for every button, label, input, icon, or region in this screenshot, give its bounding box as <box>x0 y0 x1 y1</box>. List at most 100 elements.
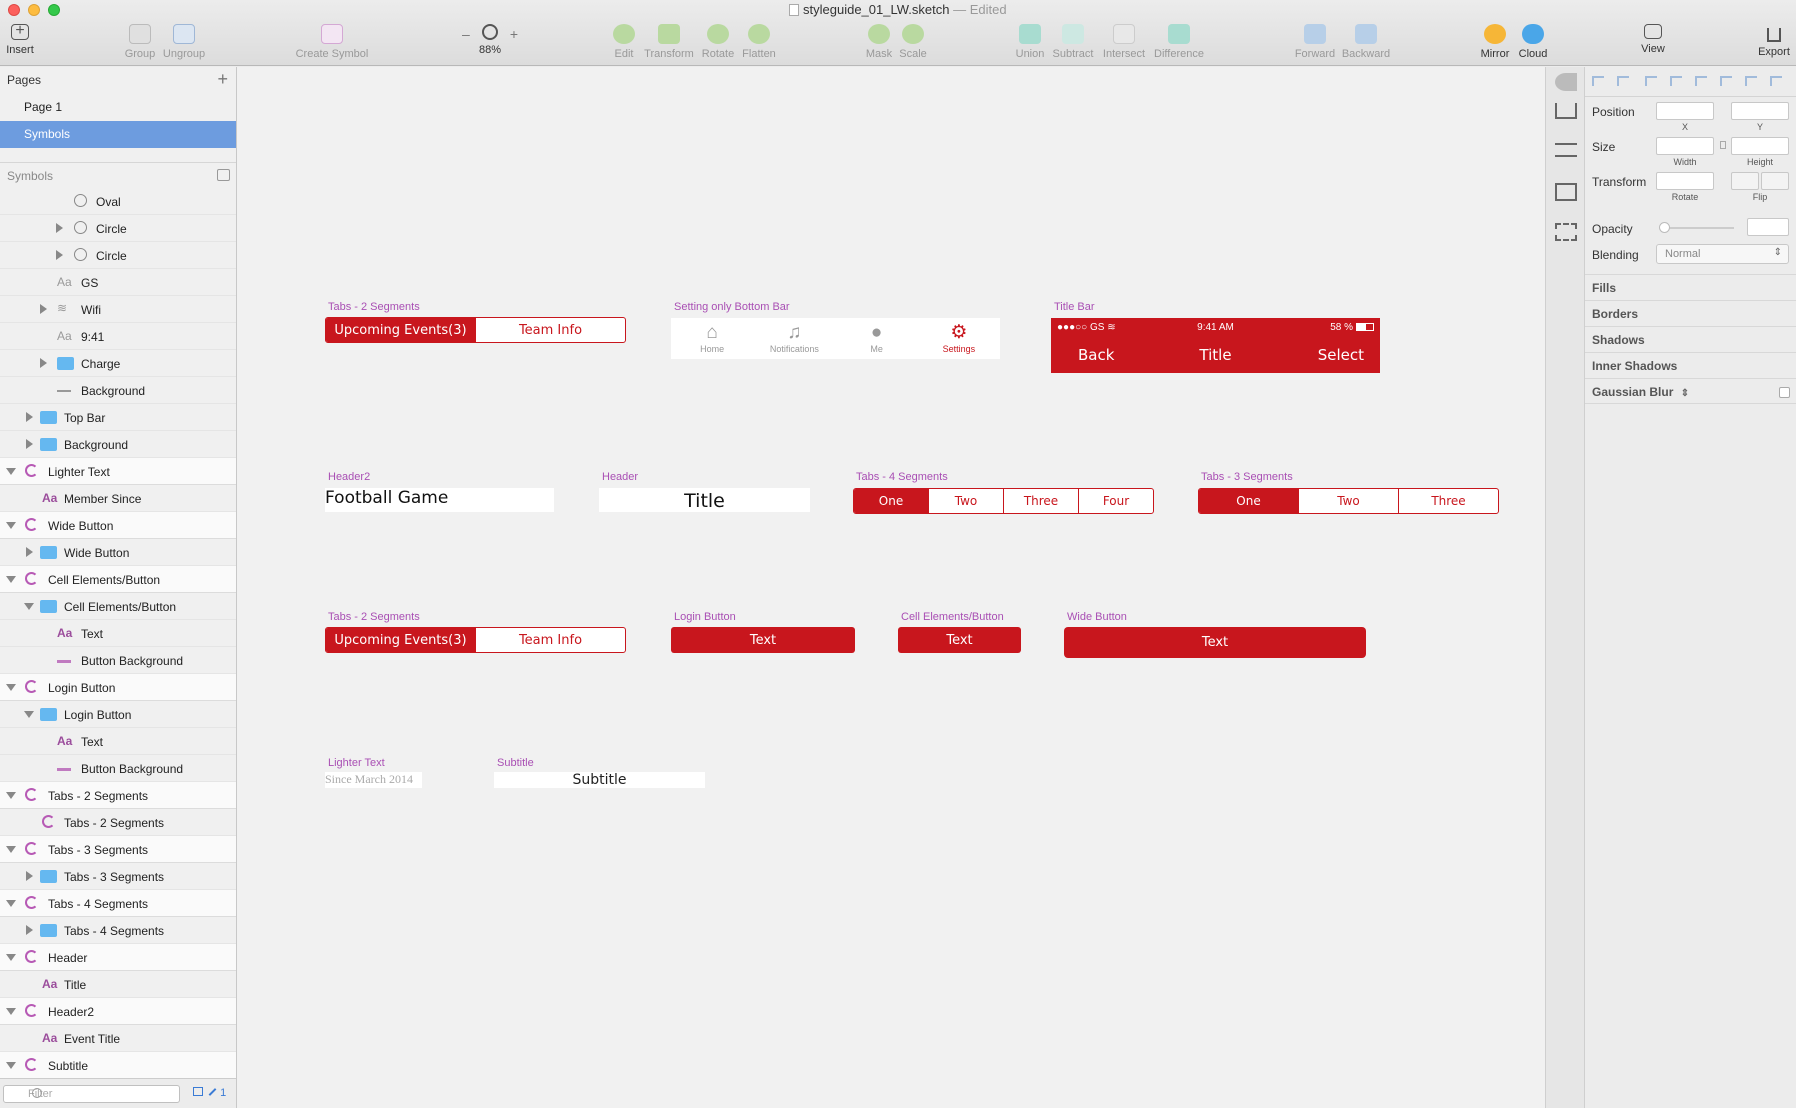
edit-button[interactable]: Edit <box>610 22 638 62</box>
opacity-slider-knob[interactable] <box>1659 222 1670 233</box>
tabs-4-segments-symbol[interactable]: One Two Three Four <box>853 488 1154 514</box>
view-button[interactable]: View <box>1636 22 1670 62</box>
flatten-button[interactable]: Flatten <box>740 22 778 62</box>
layer-row[interactable]: Aa GS <box>0 269 236 296</box>
layer-row[interactable]: Oval <box>0 188 236 215</box>
chevron-updown-icon[interactable]: ⇕ <box>1681 388 1689 399</box>
header2-symbol[interactable]: Football Game <box>325 488 554 512</box>
canvas[interactable]: Tabs - 2 Segments Upcoming Events(3) Tea… <box>237 67 1545 1108</box>
disclosure-down-icon[interactable] <box>6 846 16 853</box>
disclosure-right-icon[interactable] <box>40 304 47 314</box>
layer-row[interactable]: Top Bar <box>0 404 236 431</box>
align-center-icon[interactable] <box>1670 76 1682 86</box>
insert-button[interactable]: + Insert <box>4 22 36 62</box>
layer-row[interactable]: Background <box>0 431 236 458</box>
blending-select[interactable]: Normal ⇕ <box>1656 244 1789 264</box>
collapse-layers-icon[interactable] <box>217 169 230 181</box>
disclosure-right-icon[interactable] <box>26 547 33 557</box>
zoom-out-button[interactable]: – <box>462 26 470 42</box>
layer-row[interactable]: Button Background <box>0 755 236 782</box>
disclosure-down-icon[interactable] <box>24 603 34 610</box>
bottom-bar-item-me[interactable]: ● Me <box>836 318 918 359</box>
artboard-filter-icon[interactable] <box>193 1087 203 1096</box>
page-item-page-1[interactable]: Page 1 <box>0 94 236 121</box>
layer-row[interactable]: Lighter Text <box>0 458 236 485</box>
layer-row[interactable]: Circle <box>0 215 236 242</box>
export-button[interactable]: Export <box>1756 22 1792 62</box>
layer-row[interactable]: ≋ Wifi <box>0 296 236 323</box>
disclosure-down-icon[interactable] <box>6 1008 16 1015</box>
cloud-button[interactable]: Cloud <box>1516 22 1550 62</box>
group-button[interactable]: Group <box>124 22 156 62</box>
layer-row[interactable]: Tabs - 3 Segments <box>0 863 236 890</box>
ungroup-button[interactable]: Ungroup <box>162 22 206 62</box>
transform-button[interactable]: Transform <box>644 22 694 62</box>
tab-two[interactable]: Two <box>1298 489 1398 513</box>
edit-filter-icon[interactable] <box>208 1088 217 1096</box>
align-right-icon[interactable] <box>1695 76 1707 86</box>
forward-button[interactable]: Forward <box>1294 22 1336 62</box>
layer-row[interactable]: Tabs - 4 Segments <box>0 890 236 917</box>
layer-row[interactable]: Aa Title <box>0 971 236 998</box>
distribute-vertical-icon[interactable] <box>1617 76 1629 86</box>
disclosure-right-icon[interactable] <box>26 871 33 881</box>
bottom-bar-item-home[interactable]: ⌂ Home <box>671 318 753 359</box>
tab-one[interactable]: One <box>1199 489 1298 513</box>
rotate-field[interactable] <box>1656 172 1714 190</box>
disclosure-right-icon[interactable] <box>40 358 47 368</box>
height-field[interactable] <box>1731 137 1789 155</box>
bottom-bar-item-notifications[interactable]: ♫ Notifications <box>753 318 835 359</box>
disclosure-right-icon[interactable] <box>26 439 33 449</box>
layer-row[interactable]: Aa Text <box>0 728 236 755</box>
layer-row[interactable]: Charge <box>0 350 236 377</box>
layer-row[interactable]: Cell Elements/Button <box>0 566 236 593</box>
opacity-slider[interactable] <box>1662 227 1734 229</box>
layer-row[interactable]: Wide Button <box>0 539 236 566</box>
cell-button-symbol[interactable]: Text <box>898 627 1021 653</box>
bottom-bar-item-settings[interactable]: ⚙ Settings <box>918 318 1000 359</box>
gaussian-blur-checkbox[interactable] <box>1779 387 1790 398</box>
zoom-control[interactable]: – + 88% <box>458 22 522 62</box>
disclosure-down-icon[interactable] <box>6 522 16 529</box>
wide-button-symbol[interactable]: Text <box>1064 627 1366 658</box>
disclosure-right-icon[interactable] <box>56 250 63 260</box>
tab-upcoming-events[interactable]: Upcoming Events(3) <box>326 628 475 652</box>
align-bottom-icon[interactable] <box>1770 76 1782 86</box>
tab-team-info[interactable]: Team Info <box>475 628 625 652</box>
create-symbol-button[interactable]: Create Symbol <box>294 22 370 62</box>
borders-section[interactable]: Borders <box>1585 300 1796 326</box>
disclosure-down-icon[interactable] <box>24 711 34 718</box>
artboard-icon[interactable] <box>1555 223 1577 241</box>
tab-upcoming-events[interactable]: Upcoming Events(3) <box>326 318 475 342</box>
share-icon[interactable] <box>1555 103 1577 119</box>
mask-button[interactable]: Mask <box>864 22 894 62</box>
align-left-icon[interactable] <box>1645 76 1657 86</box>
inner-shadows-section[interactable]: Inner Shadows <box>1585 352 1796 378</box>
union-button[interactable]: Union <box>1014 22 1046 62</box>
layer-row[interactable]: Login Button <box>0 674 236 701</box>
lock-ratio-icon[interactable] <box>1720 141 1726 149</box>
layer-row[interactable]: Login Button <box>0 701 236 728</box>
subtitle-symbol[interactable]: Subtitle <box>494 772 705 788</box>
tabs-2-segments-symbol[interactable]: Upcoming Events(3) Team Info <box>325 627 626 653</box>
tab-two[interactable]: Two <box>928 489 1003 513</box>
width-field[interactable] <box>1656 137 1714 155</box>
disclosure-down-icon[interactable] <box>6 954 16 961</box>
page-item-symbols[interactable]: Symbols <box>0 121 236 148</box>
align-middle-icon[interactable] <box>1745 76 1757 86</box>
layer-row[interactable]: Header <box>0 944 236 971</box>
disclosure-down-icon[interactable] <box>6 576 16 583</box>
tab-three[interactable]: Three <box>1003 489 1078 513</box>
layer-row[interactable]: Subtitle <box>0 1052 236 1079</box>
tabs-2-segments-symbol[interactable]: Upcoming Events(3) Team Info <box>325 317 626 343</box>
layer-row[interactable]: Tabs - 4 Segments <box>0 917 236 944</box>
inspector-toggle-icon[interactable] <box>1555 73 1577 91</box>
rotate-button[interactable]: Rotate <box>700 22 736 62</box>
tab-three[interactable]: Three <box>1398 489 1498 513</box>
layer-row[interactable]: Tabs - 3 Segments <box>0 836 236 863</box>
lighter-text-symbol[interactable]: Since March 2014 <box>325 772 422 788</box>
disclosure-right-icon[interactable] <box>26 925 33 935</box>
position-x-field[interactable] <box>1656 102 1714 120</box>
difference-button[interactable]: Difference <box>1152 22 1206 62</box>
filter-input[interactable]: Filter <box>3 1085 180 1103</box>
